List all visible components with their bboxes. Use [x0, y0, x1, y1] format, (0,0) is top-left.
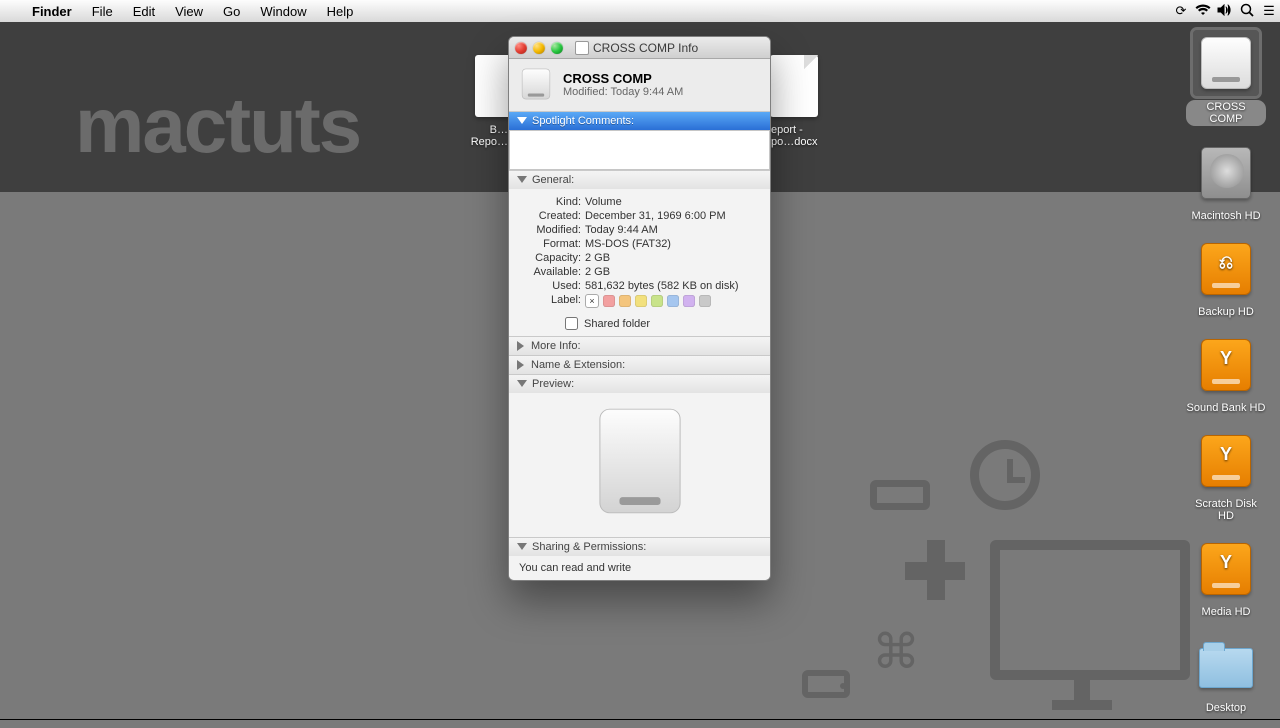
- desktop-item-label: Macintosh HD: [1186, 210, 1266, 222]
- menu-bar: Finder File Edit View Go Window Help ⟳ ☰: [0, 0, 1280, 22]
- sync-icon[interactable]: ⟳: [1170, 3, 1192, 19]
- volume-name: CROSS COMP: [563, 71, 683, 86]
- folder-icon: [1199, 648, 1253, 688]
- wifi-icon[interactable]: [1192, 4, 1214, 19]
- label-red[interactable]: [603, 295, 615, 307]
- preview-image: [596, 405, 684, 517]
- drive-icon: Y: [1201, 435, 1251, 487]
- shared-folder-checkbox[interactable]: [565, 317, 578, 330]
- desktop-item-sound-bank-hd[interactable]: Y Sound Bank HD: [1186, 332, 1266, 414]
- desktop-file-right[interactable]: [770, 55, 818, 117]
- desktop-item-scratch-disk-hd[interactable]: Y Scratch Disk HD: [1186, 428, 1266, 522]
- section-preview[interactable]: Preview:: [509, 375, 770, 393]
- disclosure-triangle-icon: [517, 341, 526, 351]
- capacity-value: 2 GB: [585, 252, 760, 264]
- desktop-item-backup-hd[interactable]: ⎌ Backup HD: [1186, 236, 1266, 318]
- created-label: Created:: [519, 210, 581, 222]
- brand-text: mactuts: [75, 80, 360, 171]
- section-spotlight-label: Spotlight Comments:: [532, 115, 634, 127]
- desktop-file-right-label: …eport -…po…docx: [760, 124, 850, 148]
- label-blue[interactable]: [667, 295, 679, 307]
- desktop-item-media-hd[interactable]: Y Media HD: [1186, 536, 1266, 618]
- label-yellow[interactable]: [635, 295, 647, 307]
- desktop-item-macintosh-hd[interactable]: Macintosh HD: [1186, 140, 1266, 222]
- section-sharing-label: Sharing & Permissions:: [532, 541, 646, 553]
- desktop-item-cross-comp[interactable]: CROSS COMP: [1186, 30, 1266, 126]
- desktop-item-label: Sound Bank HD: [1186, 402, 1266, 414]
- desktop-file-left-label: B…Repo…: [450, 124, 508, 148]
- menu-view[interactable]: View: [165, 4, 213, 19]
- drive-icon: [1201, 147, 1251, 199]
- menu-help[interactable]: Help: [317, 4, 364, 19]
- desktop-item-label: CROSS COMP: [1186, 100, 1266, 126]
- volume-icon[interactable]: [1214, 4, 1236, 19]
- modified-label: Modified:: [519, 224, 581, 236]
- section-name-ext-label: Name & Extension:: [531, 359, 625, 371]
- window-title: CROSS COMP Info: [593, 41, 698, 55]
- minimize-button[interactable]: [533, 42, 545, 54]
- zoom-button[interactable]: [551, 42, 563, 54]
- capacity-label: Capacity:: [519, 252, 581, 264]
- menu-edit[interactable]: Edit: [123, 4, 165, 19]
- section-sharing[interactable]: Sharing & Permissions:: [509, 538, 770, 556]
- app-menu[interactable]: Finder: [22, 4, 82, 19]
- volume-modified: Modified: Today 9:44 AM: [563, 86, 683, 98]
- desktop-item-label: Desktop: [1186, 702, 1266, 714]
- section-more-info-label: More Info:: [531, 340, 581, 352]
- disclosure-triangle-icon: [517, 176, 527, 185]
- disclosure-triangle-icon: [517, 543, 527, 552]
- desktop-item-desktop[interactable]: Desktop: [1186, 632, 1266, 714]
- section-preview-label: Preview:: [532, 378, 574, 390]
- drive-icon: ⎌: [1201, 243, 1251, 295]
- section-general-label: General:: [532, 174, 574, 186]
- label-label: Label:: [519, 294, 581, 308]
- section-spotlight[interactable]: Spotlight Comments:: [509, 112, 770, 130]
- section-general[interactable]: General:: [509, 171, 770, 189]
- desktop-item-label: Backup HD: [1186, 306, 1266, 318]
- menu-file[interactable]: File: [82, 4, 123, 19]
- spotlight-icon[interactable]: [1236, 3, 1258, 20]
- drive-icon: Y: [1201, 543, 1251, 595]
- label-none[interactable]: ×: [585, 294, 599, 308]
- disclosure-triangle-icon: [517, 360, 526, 370]
- desktop-item-label: Media HD: [1186, 606, 1266, 618]
- close-button[interactable]: [515, 42, 527, 54]
- available-value: 2 GB: [585, 266, 760, 278]
- desktop-icons: CROSS COMP Macintosh HD ⎌ Backup HD Y Sound B…: [1186, 30, 1266, 728]
- label-colors: ×: [585, 294, 760, 308]
- kind-value: Volume: [585, 196, 760, 208]
- desktop-item-label: Scratch Disk HD: [1186, 498, 1266, 522]
- label-green[interactable]: [651, 295, 663, 307]
- info-window: CROSS COMP Info CROSS COMP Modified: Tod…: [508, 36, 771, 581]
- disclosure-triangle-icon: [517, 117, 527, 126]
- drive-icon: Y: [1201, 339, 1251, 391]
- label-gray[interactable]: [699, 295, 711, 307]
- proxy-icon[interactable]: [575, 41, 589, 55]
- format-label: Format:: [519, 238, 581, 250]
- menu-go[interactable]: Go: [213, 4, 250, 19]
- spotlight-comments-field[interactable]: [509, 130, 770, 170]
- label-orange[interactable]: [619, 295, 631, 307]
- menu-window[interactable]: Window: [250, 4, 316, 19]
- drive-icon: [1201, 37, 1251, 89]
- modified-value: Today 9:44 AM: [585, 224, 760, 236]
- used-label: Used:: [519, 280, 581, 292]
- format-value: MS-DOS (FAT32): [585, 238, 760, 250]
- label-purple[interactable]: [683, 295, 695, 307]
- shared-folder-label: Shared folder: [584, 318, 650, 330]
- available-label: Available:: [519, 266, 581, 278]
- used-value: 581,632 bytes (582 KB on disk): [585, 280, 760, 292]
- created-value: December 31, 1969 6:00 PM: [585, 210, 760, 222]
- section-name-ext[interactable]: Name & Extension:: [509, 356, 770, 374]
- title-bar[interactable]: CROSS COMP Info: [509, 37, 770, 59]
- notification-center-icon[interactable]: ☰: [1258, 3, 1280, 19]
- section-more-info[interactable]: More Info:: [509, 337, 770, 355]
- disclosure-triangle-icon: [517, 380, 527, 389]
- volume-icon-header: [519, 67, 553, 101]
- sharing-text: You can read and write: [519, 562, 631, 574]
- kind-label: Kind:: [519, 196, 581, 208]
